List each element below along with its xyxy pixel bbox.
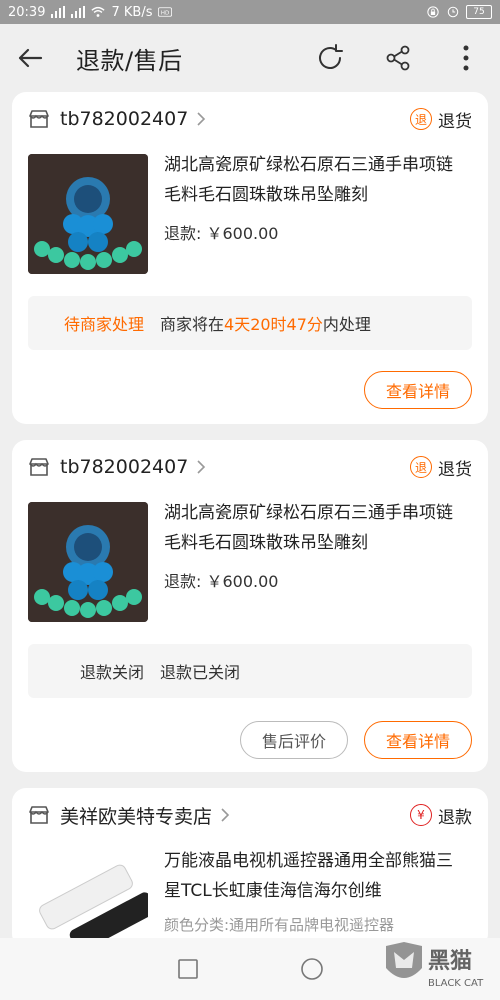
chevron-right-icon [221,808,230,822]
refresh-button[interactable] [296,24,364,92]
status-badge: 退 退货 [410,107,472,132]
refund-amount: 退款: ￥600.00 [164,220,279,244]
watermark-text-en: BLACK CAT [428,978,484,989]
signal-icon-2 [71,6,86,18]
back-arrow-icon [18,48,43,68]
watermark-text-cn: 黑猫 [428,949,472,974]
hd-icon: HD [158,7,173,17]
product-title[interactable]: 万能液晶电视机遥控器通用全部熊猫三星TCL长虹康佳海信海尔创维 [164,846,464,906]
signal-icon [51,6,66,18]
state-label: 待商家处理 [63,315,144,334]
product-image[interactable] [28,850,148,948]
status-label: 退货 [438,111,472,132]
product-title[interactable]: 湖北高瓷原矿绿松石原石三通手串项链毛料毛石圆珠散珠吊坠雕刻 [164,150,464,210]
status-label: 退款 [438,807,472,828]
status-badge: ¥ 退款 [410,803,472,828]
refund-state: 待商家处理 商家将在4天20时47分内处理 [28,296,472,350]
sku-info: 颜色分类:通用所有品牌电视遥控器 [164,916,395,934]
order-card[interactable]: 美祥欧美特专卖店 ¥ 退款 万能液晶电视机遥控器通用全部熊猫三星TCL长虹康佳海… [12,788,488,948]
page-title: 退款/售后 [76,46,183,75]
store-icon [29,806,49,824]
return-icon: 退 [410,108,432,130]
state-text: 退款已关闭 [160,663,241,682]
view-details-button[interactable]: 查看详情 [364,721,472,759]
watermark-logo: 黑猫 BLACK CAT [386,942,484,989]
status-bar: 20:39 7 KB/s HD 75 [0,0,500,24]
refund-money-icon: ¥ [410,804,432,826]
refund-state: 退款关闭 退款已关闭 [28,644,472,698]
return-icon: 退 [410,456,432,478]
refund-amount: 退款: ￥600.00 [164,568,279,592]
store-name[interactable]: 美祥欧美特专卖店 [60,802,212,829]
product-image-graphic [28,502,148,622]
black-cat-watermark: 黑猫 BLACK CAT [382,938,494,994]
battery-indicator: 75 [466,5,492,19]
order-card[interactable]: tb782002407 退 退货 湖北高瓷原矿绿松石原石三通手串项链毛料毛石圆珠… [12,440,488,772]
refresh-icon [319,44,343,69]
review-button[interactable]: 售后评价 [240,721,348,759]
chevron-right-icon [197,460,206,474]
home-button[interactable] [300,957,324,981]
state-prefix: 商家将在 [160,315,225,334]
order-card[interactable]: tb782002407 退 退货 湖北高瓷原矿绿松石原石三通手串项链毛料毛石圆珠… [12,92,488,424]
store-icon [29,110,49,128]
product-image[interactable] [28,154,148,274]
lock-icon [427,6,439,18]
alarm-icon [447,6,459,18]
clock: 20:39 [8,4,46,20]
network-speed: 7 KB/s [111,4,153,20]
store-name[interactable]: tb782002407 [60,456,188,478]
chevron-right-icon [197,112,206,126]
share-icon [386,45,410,71]
state-text: 商家将在4天20时47分内处理 [160,311,371,335]
share-button[interactable] [364,24,432,92]
store-icon [29,458,49,476]
refund-value: ￥600.00 [206,224,279,243]
product-image-graphic [28,154,148,274]
product-image-graphic [28,850,148,948]
svg-text:HD: HD [161,10,169,16]
status-label: 退货 [438,459,472,480]
countdown: 4天20时47分 [224,315,323,334]
app-bar: 退款/售后 [0,24,500,92]
refund-label: 退款: [164,572,202,591]
recent-apps-button[interactable] [176,957,200,981]
state-suffix: 内处理 [322,315,371,334]
product-title[interactable]: 湖北高瓷原矿绿松石原石三通手串项链毛料毛石圆珠散珠吊坠雕刻 [164,498,464,558]
refund-label: 退款: [164,224,202,243]
view-details-button[interactable]: 查看详情 [364,371,472,409]
refund-value: ￥600.00 [206,572,279,591]
store-name[interactable]: tb782002407 [60,108,188,130]
state-label: 退款关闭 [79,663,144,682]
more-button[interactable] [432,24,500,92]
wifi-icon [91,6,106,17]
more-vertical-icon [463,45,469,71]
product-image[interactable] [28,502,148,622]
back-button[interactable] [0,24,60,92]
status-badge: 退 退货 [410,455,472,480]
